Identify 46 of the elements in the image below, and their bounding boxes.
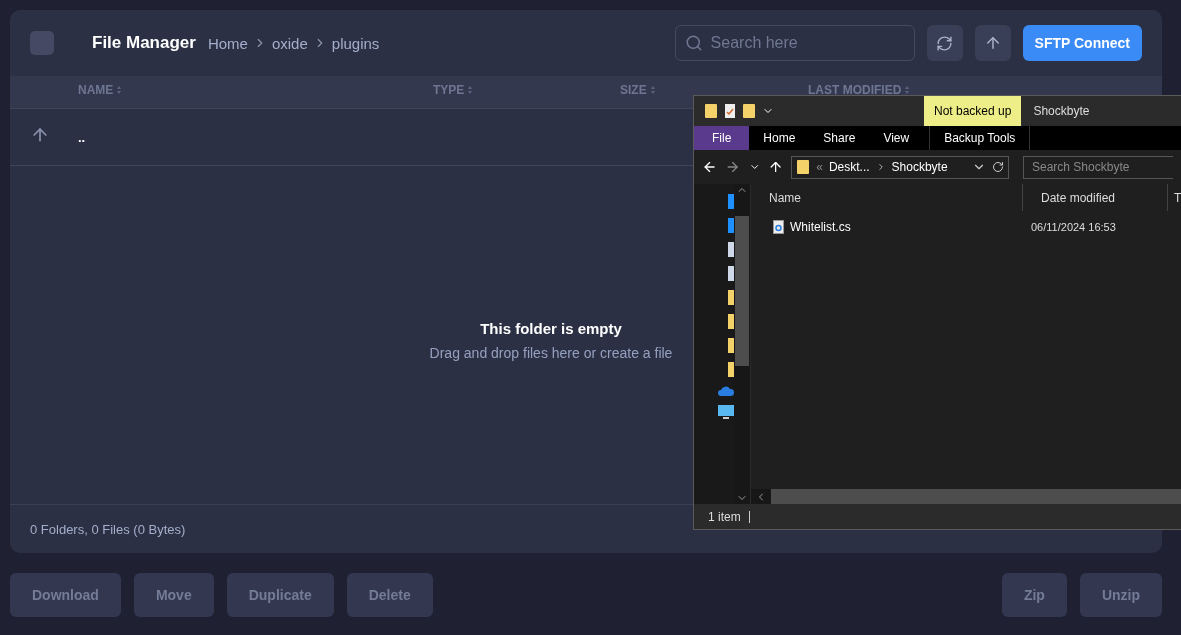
file-name: Whitelist.cs — [790, 220, 851, 234]
ribbon-tab[interactable]: View — [869, 126, 924, 150]
refresh-button[interactable] — [926, 25, 963, 61]
ribbon-tab[interactable]: File — [694, 126, 750, 150]
forward-icon[interactable] — [725, 159, 741, 175]
folder-icon — [796, 159, 811, 175]
breadcrumb-link[interactable]: oxide — [271, 34, 308, 52]
address-bar[interactable]: « Deskt... Shockbyte — [791, 155, 1009, 179]
computer-icon[interactable] — [718, 405, 734, 420]
folder-icon — [742, 103, 756, 119]
folder-summary: 0 Folders, 0 Files (0 Bytes) — [30, 521, 186, 537]
empty-title: This folder is empty — [480, 319, 622, 337]
ribbon-tab[interactable]: Share — [809, 126, 870, 150]
file-icon — [773, 220, 784, 234]
search-icon — [684, 34, 703, 52]
date-cell-text: 06/11/2024 16:53 — [1030, 221, 1117, 233]
breadcrumb-link[interactable]: Home — [207, 34, 248, 52]
cloud-icon[interactable] — [718, 386, 734, 396]
refresh-icon — [936, 34, 954, 52]
sort-icon — [649, 84, 656, 95]
sftp-connect-button[interactable]: SFTP Connect — [1022, 25, 1142, 61]
sort-icon — [467, 84, 474, 95]
empty-hint: Drag and drop files here or create a file — [429, 344, 673, 361]
sort-icon — [904, 84, 911, 95]
back-icon[interactable] — [702, 159, 718, 175]
upload-button[interactable] — [974, 25, 1011, 61]
file-name: .. — [78, 129, 86, 145]
breadcrumb-link[interactable]: plugins — [331, 34, 380, 52]
context-tab[interactable]: Not backed up — [924, 96, 1022, 126]
page-title: File Manager — [92, 33, 196, 53]
document-icon — [724, 103, 736, 119]
scrollbar-thumb[interactable] — [771, 489, 1181, 504]
file-row[interactable]: Whitelist.cs 06/11/2024 16:53 — [751, 211, 1181, 243]
refresh-icon[interactable] — [992, 161, 1004, 173]
search-field[interactable]: Search Shockbyte — [1023, 155, 1173, 179]
search-field[interactable]: Search here — [674, 25, 915, 61]
column-header[interactable]: T — [1168, 184, 1181, 211]
folder-icon — [704, 103, 718, 119]
item-count: 1 item — [708, 509, 741, 524]
ribbon-tab[interactable]: Backup Tools — [929, 126, 1031, 150]
ribbon-tab[interactable]: Home — [749, 126, 810, 150]
sort-icon — [116, 84, 123, 95]
select-all-checkbox[interactable] — [30, 31, 54, 55]
column-header[interactable]: Date modified — [1023, 184, 1168, 211]
scrollbar-thumb[interactable] — [735, 216, 749, 366]
column-header[interactable]: Name — [751, 184, 1023, 211]
